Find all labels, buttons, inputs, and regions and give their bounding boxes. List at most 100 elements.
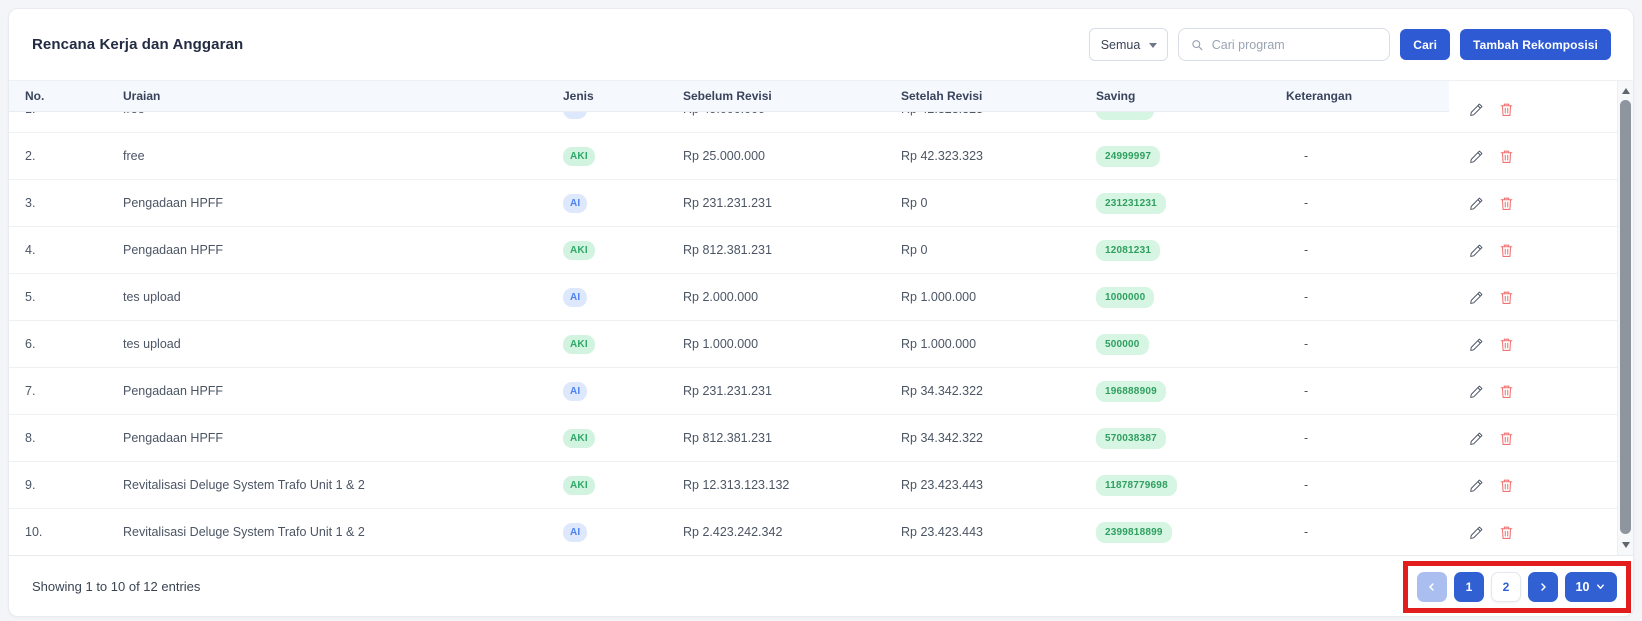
- pencil-icon: [1470, 150, 1483, 163]
- pencil-icon: [1470, 526, 1483, 539]
- column-header-actions: [1449, 81, 1617, 112]
- saving-badge: 24999997: [1096, 145, 1161, 167]
- table-row: 5. tes upload AI Rp 2.000.000 Rp 1.000.0…: [9, 274, 1617, 321]
- jenis-badge: AKI: [563, 334, 595, 354]
- row-number: 8.: [25, 431, 36, 445]
- pagination: 1 2 10: [1417, 571, 1617, 602]
- edit-button[interactable]: [1469, 478, 1484, 493]
- edit-button[interactable]: [1469, 384, 1484, 399]
- column-header-uraian: Uraian: [123, 81, 563, 112]
- row-number: 6.: [25, 337, 36, 351]
- keterangan-cell: -: [1304, 196, 1309, 210]
- jenis-badge: AKI: [563, 240, 595, 260]
- jenis-badge: AI: [563, 381, 588, 401]
- entries-summary: Showing 1 to 10 of 12 entries: [32, 579, 201, 594]
- uraian-cell: tes upload: [123, 337, 181, 351]
- trash-icon: [1500, 385, 1513, 398]
- delete-button[interactable]: [1499, 384, 1514, 399]
- keterangan-cell: -: [1304, 525, 1309, 539]
- column-header-saving: Saving: [1096, 81, 1286, 112]
- edit-button[interactable]: [1469, 290, 1484, 305]
- trash-icon: [1500, 291, 1513, 304]
- setelah-revisi-cell: Rp 1.000.000: [901, 290, 977, 304]
- row-number: 5.: [25, 290, 36, 304]
- pencil-icon: [1470, 479, 1483, 492]
- page-title: Rencana Kerja dan Anggaran: [32, 36, 244, 53]
- sebelum-revisi-cell: Rp 812.381.231: [683, 243, 772, 257]
- page-1-button[interactable]: 1: [1454, 571, 1484, 602]
- chevron-left-icon: [1429, 582, 1434, 591]
- pencil-icon: [1470, 291, 1483, 304]
- table-row: 4. Pengadaan HPFF AKI Rp 812.381.231 Rp …: [9, 227, 1617, 274]
- keterangan-cell: -: [1304, 384, 1309, 398]
- column-header-setelah-revisi: Setelah Revisi: [901, 81, 1096, 112]
- saving-badge: 231231231: [1096, 192, 1166, 214]
- trash-icon: [1500, 197, 1513, 210]
- row-number: 10.: [25, 525, 43, 539]
- setelah-revisi-cell: Rp 1.000.000: [901, 337, 977, 351]
- table-row: 7. Pengadaan HPFF AI Rp 231.231.231 Rp 3…: [9, 368, 1617, 415]
- delete-button[interactable]: [1499, 149, 1514, 164]
- setelah-revisi-cell: Rp 0: [901, 243, 928, 257]
- uraian-cell: free: [123, 149, 145, 163]
- keterangan-cell: -: [1304, 243, 1309, 257]
- annotation-red-box: 1 2 10: [1403, 560, 1631, 613]
- edit-button[interactable]: [1469, 337, 1484, 352]
- saving-badge: 1000000: [1096, 286, 1155, 308]
- jenis-badge: AI: [563, 522, 588, 542]
- page-size-value: 10: [1575, 579, 1590, 594]
- edit-button[interactable]: [1469, 196, 1484, 211]
- uraian-cell: Revitalisasi Deluge System Trafo Unit 1 …: [123, 478, 365, 492]
- uraian-cell: Pengadaan HPFF: [123, 431, 224, 445]
- page-2-button[interactable]: 2: [1491, 571, 1521, 602]
- tambah-rekomposisi-button[interactable]: Tambah Rekomposisi: [1460, 29, 1611, 60]
- pencil-icon: [1470, 244, 1483, 257]
- edit-button[interactable]: [1469, 149, 1484, 164]
- panel-footer: Showing 1 to 10 of 12 entries 1 2 10: [9, 555, 1633, 616]
- vertical-scrollbar[interactable]: [1617, 81, 1633, 555]
- saving-badge: 196888909: [1096, 380, 1166, 402]
- edit-button[interactable]: [1469, 431, 1484, 446]
- table-row: 6. tes upload AKI Rp 1.000.000 Rp 1.000.…: [9, 321, 1617, 368]
- cari-button[interactable]: Cari: [1400, 29, 1451, 60]
- pencil-icon: [1470, 338, 1483, 351]
- jenis-badge: AI: [563, 193, 588, 213]
- delete-button[interactable]: [1499, 243, 1514, 258]
- saving-badge: 2399818899: [1096, 521, 1172, 543]
- chevron-down-icon: [1597, 584, 1605, 590]
- page-size-select[interactable]: 10: [1565, 571, 1617, 602]
- search-input[interactable]: [1211, 37, 1378, 52]
- delete-button[interactable]: [1499, 478, 1514, 493]
- filter-select-value: Semua: [1100, 37, 1141, 52]
- saving-badge: 12081231: [1096, 239, 1161, 261]
- edit-button[interactable]: [1469, 525, 1484, 540]
- keterangan-cell: -: [1304, 478, 1309, 492]
- sebelum-revisi-cell: Rp 812.381.231: [683, 431, 772, 445]
- delete-button[interactable]: [1499, 431, 1514, 446]
- keterangan-cell: -: [1304, 431, 1309, 445]
- prev-page-button[interactable]: [1417, 571, 1447, 602]
- search-box[interactable]: [1178, 28, 1391, 61]
- delete-button[interactable]: [1499, 525, 1514, 540]
- sebelum-revisi-cell: Rp 25.000.000: [683, 149, 766, 163]
- delete-button[interactable]: [1499, 290, 1514, 305]
- toolbar: Semua Cari Tambah Rekomposisi: [1088, 28, 1611, 61]
- jenis-badge: AKI: [563, 428, 595, 448]
- row-number: 9.: [25, 478, 36, 492]
- scroll-up-arrow-icon[interactable]: [1618, 83, 1633, 99]
- delete-button[interactable]: [1499, 196, 1514, 211]
- jenis-badge: AKI: [563, 475, 595, 495]
- filter-select[interactable]: Semua: [1088, 28, 1169, 61]
- column-header-jenis: Jenis: [563, 81, 683, 112]
- row-number: 7.: [25, 384, 36, 398]
- setelah-revisi-cell: Rp 34.342.322: [901, 384, 984, 398]
- setelah-revisi-cell: Rp 23.423.443: [901, 478, 984, 492]
- uraian-cell: Pengadaan HPFF: [123, 243, 224, 257]
- edit-button[interactable]: [1469, 243, 1484, 258]
- delete-button[interactable]: [1499, 337, 1514, 352]
- next-page-button[interactable]: [1528, 571, 1558, 602]
- jenis-badge: AKI: [563, 146, 595, 166]
- scroll-down-arrow-icon[interactable]: [1618, 537, 1633, 553]
- scrollbar-thumb[interactable]: [1620, 100, 1631, 534]
- uraian-cell: Pengadaan HPFF: [123, 196, 224, 210]
